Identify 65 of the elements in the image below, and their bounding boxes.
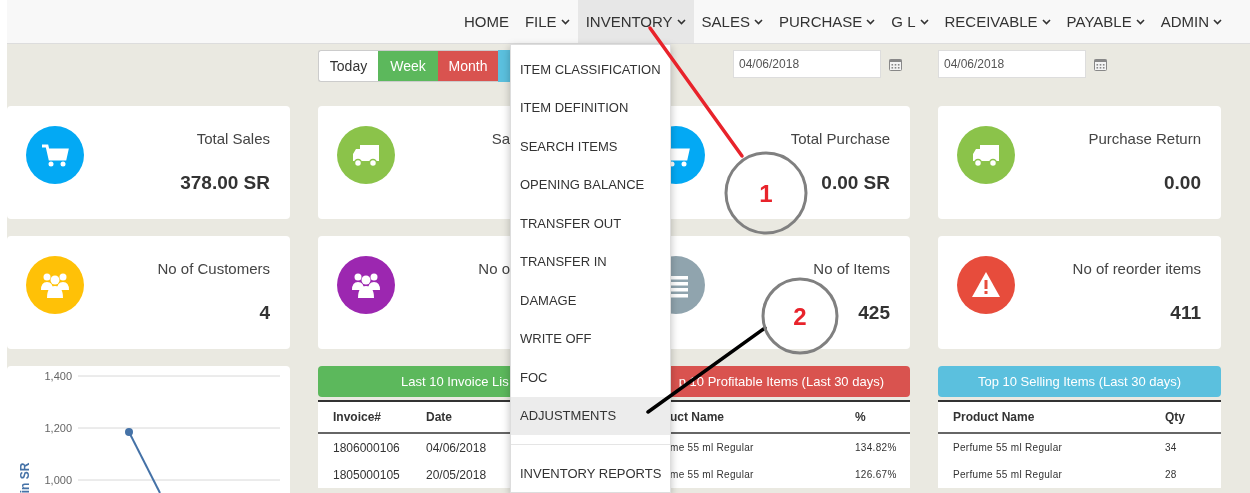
- column-header: uct Name: [670, 410, 725, 424]
- menu-item[interactable]: DAMAGE: [511, 281, 670, 320]
- axis-title: in SR: [18, 462, 32, 493]
- table-cell: 134.82%: [855, 442, 897, 453]
- table-cell: me 55 ml Regular: [670, 469, 754, 480]
- menu-item[interactable]: ITEM DEFINITION: [511, 88, 670, 127]
- column-header: Date: [426, 410, 452, 424]
- calendar-icon: [889, 57, 902, 71]
- callout-number: 2: [793, 303, 807, 330]
- column-header: Qty: [1165, 410, 1185, 424]
- table-cell: 1806000106: [333, 440, 400, 455]
- table-cell: Perfume 55 ml Regular: [953, 442, 1063, 453]
- menu-item[interactable]: ITEM CLASSIFICATION: [511, 50, 670, 89]
- callout-number: 1: [759, 180, 773, 207]
- menu-item[interactable]: WRITE OFF: [511, 319, 670, 358]
- card-label: Purchase Return: [1088, 130, 1201, 147]
- table-cell: 04/06/2018: [426, 440, 487, 455]
- table-cell: 28: [1165, 469, 1177, 480]
- card-value: 378.00 SR: [180, 172, 270, 194]
- period-button[interactable]: Today: [318, 50, 378, 82]
- card-label: No o: [478, 260, 510, 277]
- line-drawing: [125, 428, 161, 493]
- card-value: 4: [259, 302, 270, 324]
- nav-menu-item[interactable]: G L: [883, 0, 937, 43]
- table-cell: Perfume 55 ml Regular: [953, 469, 1063, 480]
- nav-menu-item[interactable]: PAYABLE: [1058, 0, 1153, 43]
- menu-item[interactable]: SEARCH ITEMS: [511, 127, 670, 166]
- card-label: Total Purchase: [790, 130, 890, 147]
- menu-item[interactable]: ADJUSTMENTS: [511, 396, 670, 435]
- nav-menu-item[interactable]: RECEIVABLE: [936, 0, 1059, 43]
- card-value: 425: [858, 302, 890, 324]
- table-cell: 1805000105: [333, 467, 400, 482]
- axis-tick-label: 1,000: [44, 474, 72, 486]
- date-field[interactable]: 04/06/2018: [938, 50, 1086, 78]
- card-label: Total Sales: [196, 130, 270, 147]
- axis-tick-label: 1,400: [44, 370, 72, 382]
- column-header: %: [855, 410, 866, 424]
- card-label: No of Customers: [157, 260, 270, 277]
- axis-tick-label: 1,200: [44, 422, 72, 434]
- menu-item[interactable]: TRANSFER OUT: [511, 204, 670, 243]
- table-cell: me 55 ml Regular: [670, 442, 754, 453]
- menu-item[interactable]: OPENING BALANCE: [511, 165, 670, 204]
- panel-header: Top 10 Selling Items (Last 30 days): [938, 366, 1221, 397]
- nav-menu-item[interactable]: ADMIN: [1152, 0, 1230, 43]
- menu-item[interactable]: TRANSFER IN: [511, 242, 670, 281]
- column-header: Invoice#: [333, 410, 382, 424]
- period-button[interactable]: Month: [438, 50, 498, 82]
- card-value: 0.00 SR: [821, 172, 890, 194]
- table-cell: 126.67%: [855, 469, 897, 480]
- column-header: Product Name: [953, 410, 1035, 424]
- card-label: No of Items: [813, 260, 890, 277]
- card-label: Sa: [491, 130, 510, 147]
- calendar-icon: [1094, 57, 1107, 71]
- nav-menu-item[interactable]: HOME: [455, 0, 517, 43]
- nav-menu-item[interactable]: INVENTORY: [577, 0, 694, 43]
- card-value: 0.00: [1164, 172, 1201, 194]
- table-cell: 20/05/2018: [426, 467, 487, 482]
- table-cell: 34: [1165, 442, 1177, 453]
- nav-menu-item[interactable]: FILE: [516, 0, 578, 43]
- nav-menu-item[interactable]: SALES: [693, 0, 771, 43]
- menu-item[interactable]: INVENTORY REPORTS: [511, 454, 670, 493]
- card-label: No of reorder items: [1072, 260, 1201, 277]
- nav-menu-item[interactable]: PURCHASE: [770, 0, 884, 43]
- date-field[interactable]: 04/06/2018: [733, 50, 881, 78]
- card-value: 411: [1170, 302, 1201, 324]
